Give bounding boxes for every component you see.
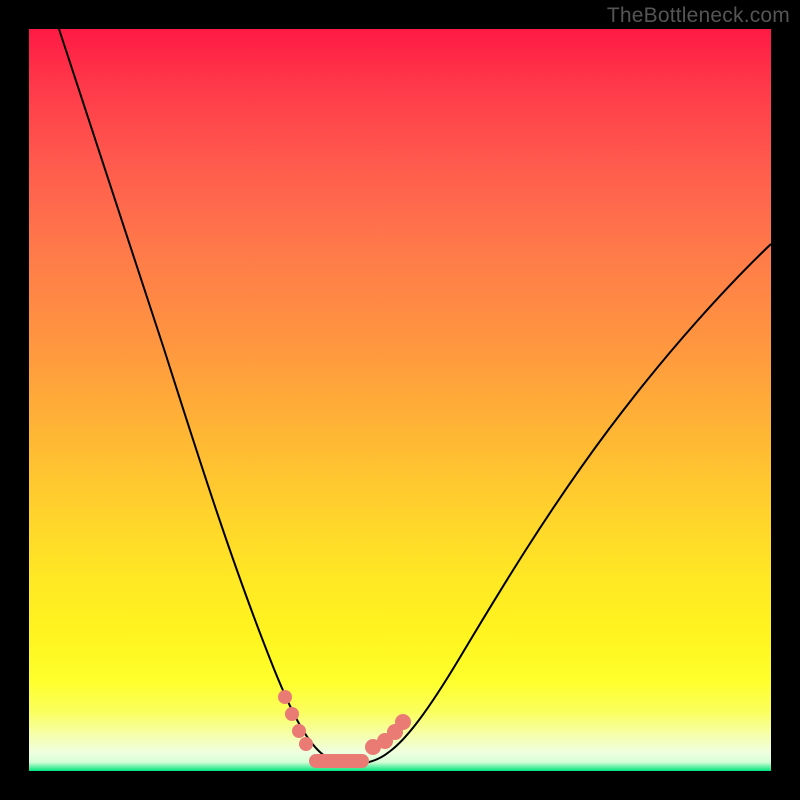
curve-svg: [29, 29, 771, 771]
plot-area: [29, 29, 771, 771]
optimal-bar: [309, 754, 369, 768]
chart-stage: TheBottleneck.com: [0, 0, 800, 800]
watermark-text: TheBottleneck.com: [607, 4, 790, 28]
bottleneck-curve: [59, 29, 771, 764]
